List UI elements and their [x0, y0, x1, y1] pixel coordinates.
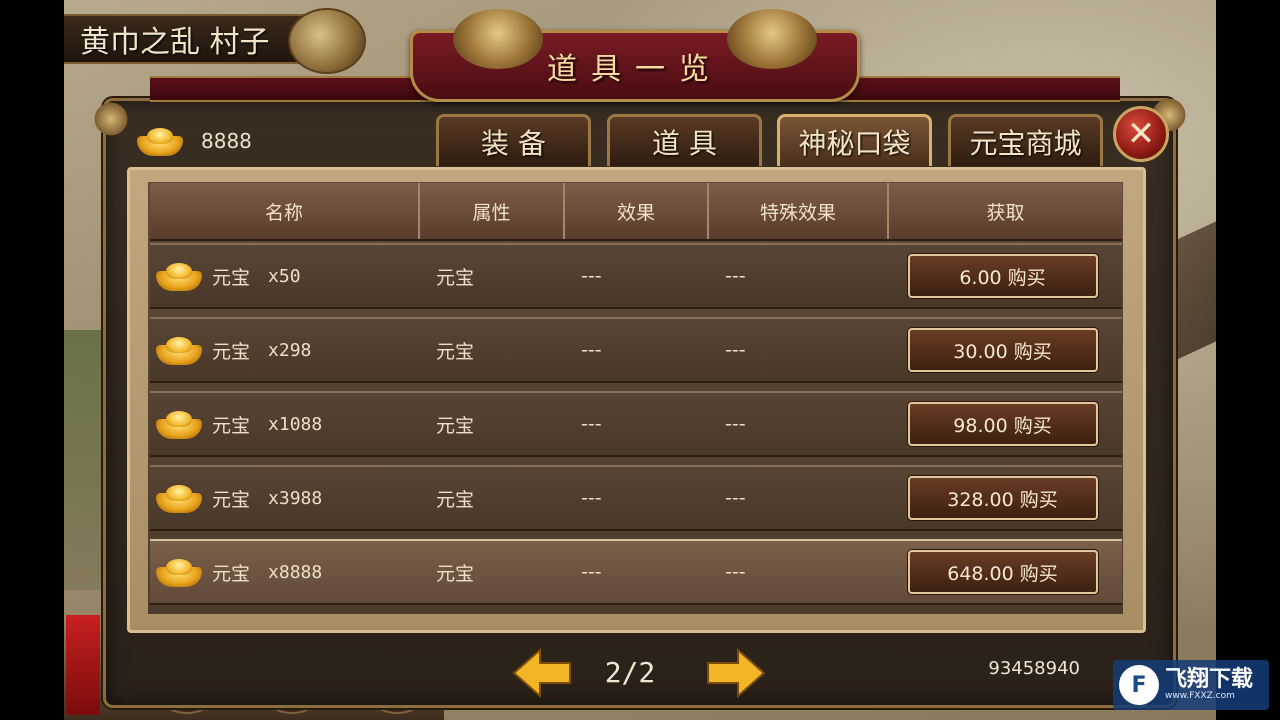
- gold-ingot-icon: [152, 481, 206, 515]
- tab-label: 装 备: [481, 126, 546, 160]
- prev-page-arrow-icon[interactable]: [512, 647, 572, 699]
- item-special-effect: ---: [725, 561, 746, 583]
- gold-ingot-icon: [152, 333, 206, 367]
- location-text: 黄巾之乱 村子: [80, 25, 270, 60]
- currency-value: 8888: [201, 129, 252, 153]
- gold-ingot-icon: [152, 407, 206, 441]
- item-quantity: x1088: [268, 413, 323, 435]
- item-name-cell: 元宝 x50: [150, 245, 420, 307]
- item-obtain-cell: 98.00 购买: [889, 393, 1122, 455]
- column-header-attribute: 属性: [420, 183, 565, 239]
- watermark: F 飞翔下载 www.FXXZ.com: [1113, 660, 1269, 710]
- item-name: 元宝: [212, 340, 251, 363]
- item-quantity: x8888: [268, 561, 323, 583]
- corner-ornament-icon: [92, 100, 130, 138]
- item-special-effect: ---: [725, 265, 746, 287]
- column-header-name: 名称: [150, 183, 420, 239]
- buy-button[interactable]: 6.00 购买: [907, 254, 1098, 298]
- item-quantity: x3988: [268, 487, 323, 509]
- item-effect: ---: [581, 339, 602, 361]
- item-attribute: 元宝: [436, 488, 475, 511]
- item-special-effect: ---: [725, 413, 746, 435]
- item-obtain-cell: 30.00 购买: [889, 319, 1122, 381]
- item-name-cell: 元宝 x1088: [150, 393, 420, 455]
- item-attribute: 元宝: [436, 266, 475, 289]
- buy-button[interactable]: 98.00 购买: [907, 402, 1098, 446]
- item-name: 元宝: [212, 266, 251, 289]
- column-header-effect: 效果: [565, 183, 709, 239]
- item-name-cell: 元宝 x3988: [150, 467, 420, 529]
- buy-button[interactable]: 648.00 购买: [907, 550, 1098, 594]
- dragon-left-icon: [453, 9, 543, 69]
- table-row: 元宝 x50 元宝 --- --- 6.00 购买: [150, 243, 1122, 309]
- currency-display: 8888: [133, 124, 252, 158]
- gold-ingot-icon: [133, 124, 187, 158]
- item-special-effect: ---: [725, 487, 746, 509]
- gold-ingot-icon: [152, 555, 206, 589]
- item-obtain-cell: 328.00 购买: [889, 467, 1122, 529]
- watermark-text: 飞翔下载: [1165, 667, 1254, 692]
- item-obtain-cell: 6.00 购买: [889, 245, 1122, 307]
- tab-label: 道 具: [652, 126, 717, 160]
- watermark-url: www.FXXZ.com: [1165, 691, 1235, 701]
- item-name: 元宝: [212, 488, 251, 511]
- watermark-text-block: 飞翔下载 www.FXXZ.com: [1165, 667, 1254, 702]
- item-effect: ---: [581, 487, 602, 509]
- item-attribute: 元宝: [436, 414, 475, 437]
- table-row: 元宝 x298 元宝 --- --- 30.00 购买: [150, 317, 1122, 383]
- flag-icon: [66, 615, 100, 715]
- item-effect: ---: [581, 265, 602, 287]
- page-indicator: 2/2: [604, 656, 656, 689]
- close-button[interactable]: ✕: [1113, 106, 1169, 162]
- table-header: 名称 属性 效果 特殊效果 获取: [150, 183, 1122, 241]
- location-label: 黄巾之乱 村子: [64, 14, 314, 64]
- item-name: 元宝: [212, 414, 251, 437]
- tab-label: 神秘口袋: [798, 126, 911, 160]
- dragon-right-icon: [727, 9, 817, 69]
- table-row: 元宝 x3988 元宝 --- --- 328.00 购买: [150, 465, 1122, 531]
- item-quantity: x50: [268, 265, 301, 287]
- title-banner: 道具一览: [410, 9, 860, 102]
- column-header-obtain: 获取: [986, 201, 1025, 224]
- table-row: 元宝 x1088 元宝 --- --- 98.00 购买: [150, 391, 1122, 457]
- item-attribute: 元宝: [436, 562, 475, 585]
- gold-ingot-icon: [152, 259, 206, 293]
- page-title: 道具一览: [547, 52, 723, 87]
- item-special-effect: ---: [725, 339, 746, 361]
- item-effect: ---: [581, 413, 602, 435]
- balance-value: 93458940: [988, 658, 1080, 679]
- watermark-logo-icon: F: [1119, 665, 1159, 705]
- tab-ingot-shop[interactable]: 元宝商城: [948, 114, 1103, 166]
- item-name: 元宝: [212, 562, 251, 585]
- item-attribute: 元宝: [436, 340, 475, 363]
- item-name-cell: 元宝 x298: [150, 319, 420, 381]
- dragon-ornament-icon: [288, 8, 366, 74]
- tab-equipment[interactable]: 装 备: [436, 114, 591, 166]
- column-header-special-effect: 特殊效果: [709, 183, 889, 239]
- buy-button[interactable]: 30.00 购买: [907, 328, 1098, 372]
- buy-button[interactable]: 328.00 购买: [907, 476, 1098, 520]
- item-name-cell: 元宝 x8888: [150, 541, 420, 603]
- item-effect: ---: [581, 561, 602, 583]
- close-icon: ✕: [1126, 114, 1156, 154]
- item-quantity: x298: [268, 339, 312, 361]
- table-row-selected: 元宝 x8888 元宝 --- --- 648.00 购买: [150, 539, 1122, 605]
- tab-mystery-bag[interactable]: 神秘口袋: [777, 114, 932, 166]
- next-page-arrow-icon[interactable]: [706, 647, 766, 699]
- item-obtain-cell: 648.00 购买: [889, 541, 1122, 603]
- tab-items[interactable]: 道 具: [607, 114, 762, 166]
- tab-label: 元宝商城: [969, 126, 1082, 160]
